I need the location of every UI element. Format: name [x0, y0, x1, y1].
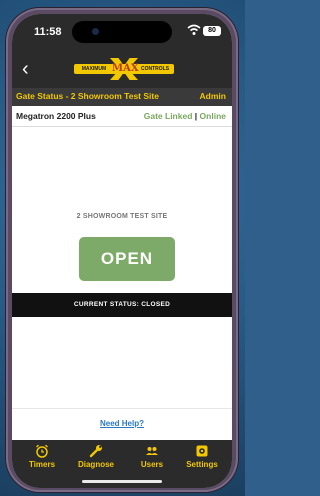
maximum-controls-logo: MAXIMUM MAX CONTROLS [74, 58, 174, 80]
tab-timers-label: Timers [28, 460, 56, 469]
tab-timers[interactable]: Timers [16, 444, 68, 480]
status-separator: | [194, 111, 198, 121]
user-role-label: Admin [199, 91, 226, 101]
gear-icon [196, 445, 208, 457]
tab-settings[interactable]: Settings [176, 444, 228, 480]
battery-indicator: 80 [203, 26, 221, 36]
wrench-icon [89, 445, 102, 458]
tab-diagnose-label: Diagnose [77, 460, 114, 469]
status-bar: 11:58 80 [12, 14, 232, 54]
divider [12, 408, 232, 409]
device-bar: Megatron 2200 Plus Gate Linked | Online [12, 106, 232, 127]
device-name: Megatron 2200 Plus [16, 111, 96, 121]
home-indicator [82, 480, 162, 483]
online-label: Online [199, 111, 226, 121]
tab-users-label: Users [140, 460, 164, 469]
logo-text-right: CONTROLS [140, 66, 170, 72]
current-status-text: CURRENT STATUS: CLOSED [73, 301, 171, 308]
status-time: 11:58 [34, 26, 62, 38]
back-chevron-icon[interactable]: ‹ [22, 57, 42, 81]
gate-status-bar: Gate Status - 2 Showroom Test Site Admin [12, 88, 232, 106]
logo-text-left: MAXIMUM [81, 66, 107, 72]
app-screen: 11:58 80 ‹ MAXIMUM MAX CONTROLS Gate Sta… [12, 14, 232, 488]
site-name: 2 SHOWROOM TEST SITE [76, 213, 168, 220]
tab-settings-label: Settings [186, 460, 218, 469]
wifi-icon [187, 24, 201, 35]
alarm-clock-icon [36, 444, 48, 458]
logo-text-center: MAX [112, 63, 139, 74]
tab-diagnose[interactable]: Diagnose [70, 444, 122, 480]
connection-status: Gate Linked | Online [144, 111, 226, 121]
current-status-strip: CURRENT STATUS: CLOSED [12, 293, 232, 317]
camera-dot [92, 28, 99, 35]
app-header: ‹ MAXIMUM MAX CONTROLS [12, 54, 232, 88]
gate-linked-label: Gate Linked [143, 111, 193, 121]
need-help-link[interactable]: Need Help? [12, 419, 232, 428]
tab-users[interactable]: Users [126, 444, 178, 480]
gate-status-title: Gate Status - 2 Showroom Test Site [16, 91, 159, 101]
bottom-tab-bar: Timers Diagnose Users Settings [12, 440, 232, 488]
open-gate-button[interactable]: OPEN [79, 237, 175, 281]
dynamic-island [72, 21, 172, 43]
users-icon [146, 447, 158, 455]
